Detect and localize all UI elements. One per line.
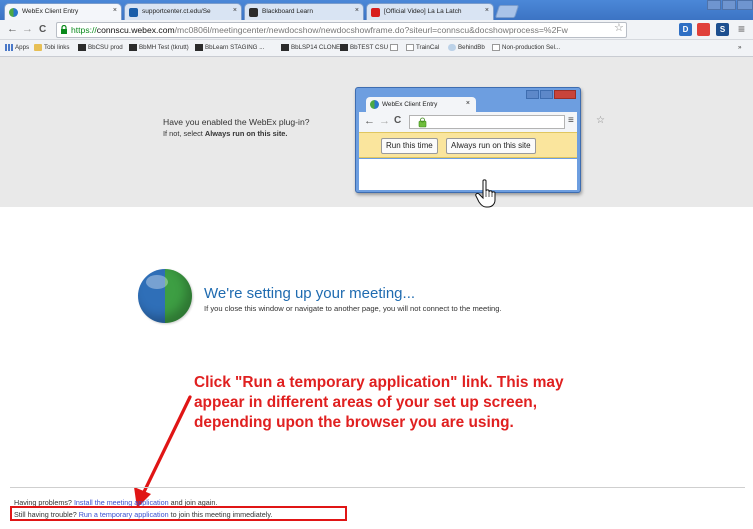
close-window-button[interactable] xyxy=(737,0,753,10)
mini-address-bar: ☆ xyxy=(409,115,605,129)
url-host: connscu.webex.com xyxy=(96,25,175,35)
mini-forward-icon: → xyxy=(379,115,390,127)
mini-reload-icon: C xyxy=(394,115,402,126)
bookmark-apps[interactable]: Apps xyxy=(5,44,29,51)
reload-button[interactable]: C xyxy=(39,23,46,36)
extension-d-icon[interactable]: D xyxy=(679,23,692,36)
folder-icon xyxy=(34,44,42,51)
tab-close-icon[interactable]: × xyxy=(355,7,359,14)
run-this-time-button: Run this time xyxy=(381,138,438,154)
youtube-favicon-icon xyxy=(371,8,380,17)
callout-line-2: appear in different areas of your set up… xyxy=(194,394,537,411)
apps-grid-icon xyxy=(5,44,13,51)
new-tab-button[interactable] xyxy=(494,5,520,18)
tab-official-video[interactable]: [Official Video] La La Latch × xyxy=(366,3,494,20)
page-icon xyxy=(492,44,500,51)
blackboard-icon xyxy=(340,44,348,51)
bookmark-traincal[interactable]: TrainCal xyxy=(406,44,439,51)
mini-toolbar: ← → C ☆ ≡ xyxy=(359,112,605,132)
extension-s-icon[interactable]: S xyxy=(716,23,729,36)
setup-subtitle: If you close this window or navigate to … xyxy=(204,304,502,313)
bookmark-behindbb[interactable]: BehindBb xyxy=(448,44,485,51)
always-run-button: Always run on this site xyxy=(446,138,536,154)
tab-label: Blackboard Learn xyxy=(262,8,313,15)
bookmarks-bar: Apps Tobi links BbCSU prod BbMH Test (tk… xyxy=(0,40,753,57)
blackboard-icon xyxy=(78,44,86,51)
tab-blackboard-learn[interactable]: Blackboard Learn × xyxy=(244,3,364,20)
mini-star-icon: ☆ xyxy=(596,115,605,126)
mini-plugin-infobar: Run this time Always run on this site xyxy=(359,132,577,158)
mini-minimize-icon xyxy=(526,90,539,99)
forward-button[interactable]: → xyxy=(22,23,33,36)
example-browser-window: WebEx Client Entry × ← → C ☆ ≡ Run this … xyxy=(355,87,605,193)
highlight-box xyxy=(10,506,347,521)
bookmark-bblearn-staging[interactable]: BbLearn STAGING ... xyxy=(195,44,264,51)
blackboard-icon xyxy=(195,44,203,51)
extension-red-icon[interactable] xyxy=(697,23,710,36)
webex-favicon-icon xyxy=(9,8,18,17)
tab-close-icon[interactable]: × xyxy=(485,7,489,14)
callout-line-3: depending upon the browser you are using… xyxy=(194,414,514,431)
blackboard-icon xyxy=(129,44,137,51)
cloud-icon xyxy=(448,44,456,51)
maximize-button[interactable] xyxy=(722,0,736,10)
supportcenter-favicon-icon xyxy=(129,8,138,17)
bookmark-bblsp14-clone[interactable]: BbLSP14 CLONE xyxy=(281,44,340,51)
minimize-button[interactable] xyxy=(707,0,721,10)
mini-close-icon xyxy=(554,90,576,99)
webex-globe-icon xyxy=(138,269,192,323)
hand-cursor-icon xyxy=(475,179,496,208)
tab-strip: WebEx Client Entry × supportcenter.ct.ed… xyxy=(0,0,753,20)
tab-label: [Official Video] La La Latch xyxy=(384,8,462,15)
tab-close-icon[interactable]: × xyxy=(113,7,117,14)
lock-icon xyxy=(61,25,67,34)
mini-tab: WebEx Client Entry × xyxy=(366,97,476,112)
plugin-question: Have you enabled the WebEx plug-in? xyxy=(163,117,310,127)
browser-toolbar: ← → C https://connscu.webex.com/mc0806l/… xyxy=(0,20,753,40)
bookmark-bbmh-test[interactable]: BbMH Test (tkrutt) xyxy=(129,44,189,51)
footer-divider xyxy=(10,487,745,488)
back-button[interactable]: ← xyxy=(7,23,18,36)
tab-supportcenter[interactable]: supportcenter.ct.edu/Se × xyxy=(124,3,242,20)
bookmark-star-icon[interactable]: ☆ xyxy=(614,21,624,34)
mini-maximize-icon xyxy=(540,90,553,99)
browser-window: WebEx Client Entry × supportcenter.ct.ed… xyxy=(0,0,753,529)
page-icon xyxy=(390,44,398,51)
mini-page-body xyxy=(359,159,577,190)
bookmark-bbcsu-prod[interactable]: BbCSU prod xyxy=(78,44,123,51)
page-icon xyxy=(406,44,414,51)
mini-menu-icon: ≡ xyxy=(568,115,574,126)
callout-line-1: Click "Run a temporary application" link… xyxy=(194,374,564,391)
bookmarks-overflow[interactable]: » xyxy=(738,44,741,51)
plugin-icon xyxy=(418,117,427,128)
bookmark-bbtest-csu[interactable]: BbTEST CSU xyxy=(340,44,388,51)
mini-back-icon: ← xyxy=(364,115,375,127)
blackboard-icon xyxy=(281,44,289,51)
tab-label: supportcenter.ct.edu/Se xyxy=(142,8,211,15)
tab-webex-client-entry[interactable]: WebEx Client Entry × xyxy=(4,3,122,20)
setup-title: We're setting up your meeting... xyxy=(204,285,416,302)
plugin-instruction: If not, select Always run on this site. xyxy=(163,129,288,138)
tab-label: WebEx Client Entry xyxy=(22,8,79,15)
instruction-callout: Click "Run a temporary application" link… xyxy=(194,373,734,433)
blackboard-favicon-icon xyxy=(249,8,258,17)
browser-menu-icon[interactable]: ≡ xyxy=(738,22,745,36)
webex-favicon-icon xyxy=(370,100,379,109)
bookmark-tobi-links[interactable]: Tobi links xyxy=(34,44,69,51)
url-scheme: https:// xyxy=(71,25,97,35)
tab-close-icon[interactable]: × xyxy=(233,7,237,14)
bookmark-non-production[interactable]: Non-production Sel... xyxy=(492,44,560,51)
address-bar[interactable]: https://connscu.webex.com/mc0806l/meetin… xyxy=(56,22,627,38)
plugin-hint-panel: Have you enabled the WebEx plug-in? If n… xyxy=(0,57,753,208)
url-path: /mc0806l/meetingcenter/newdocshow/newdoc… xyxy=(174,25,568,35)
